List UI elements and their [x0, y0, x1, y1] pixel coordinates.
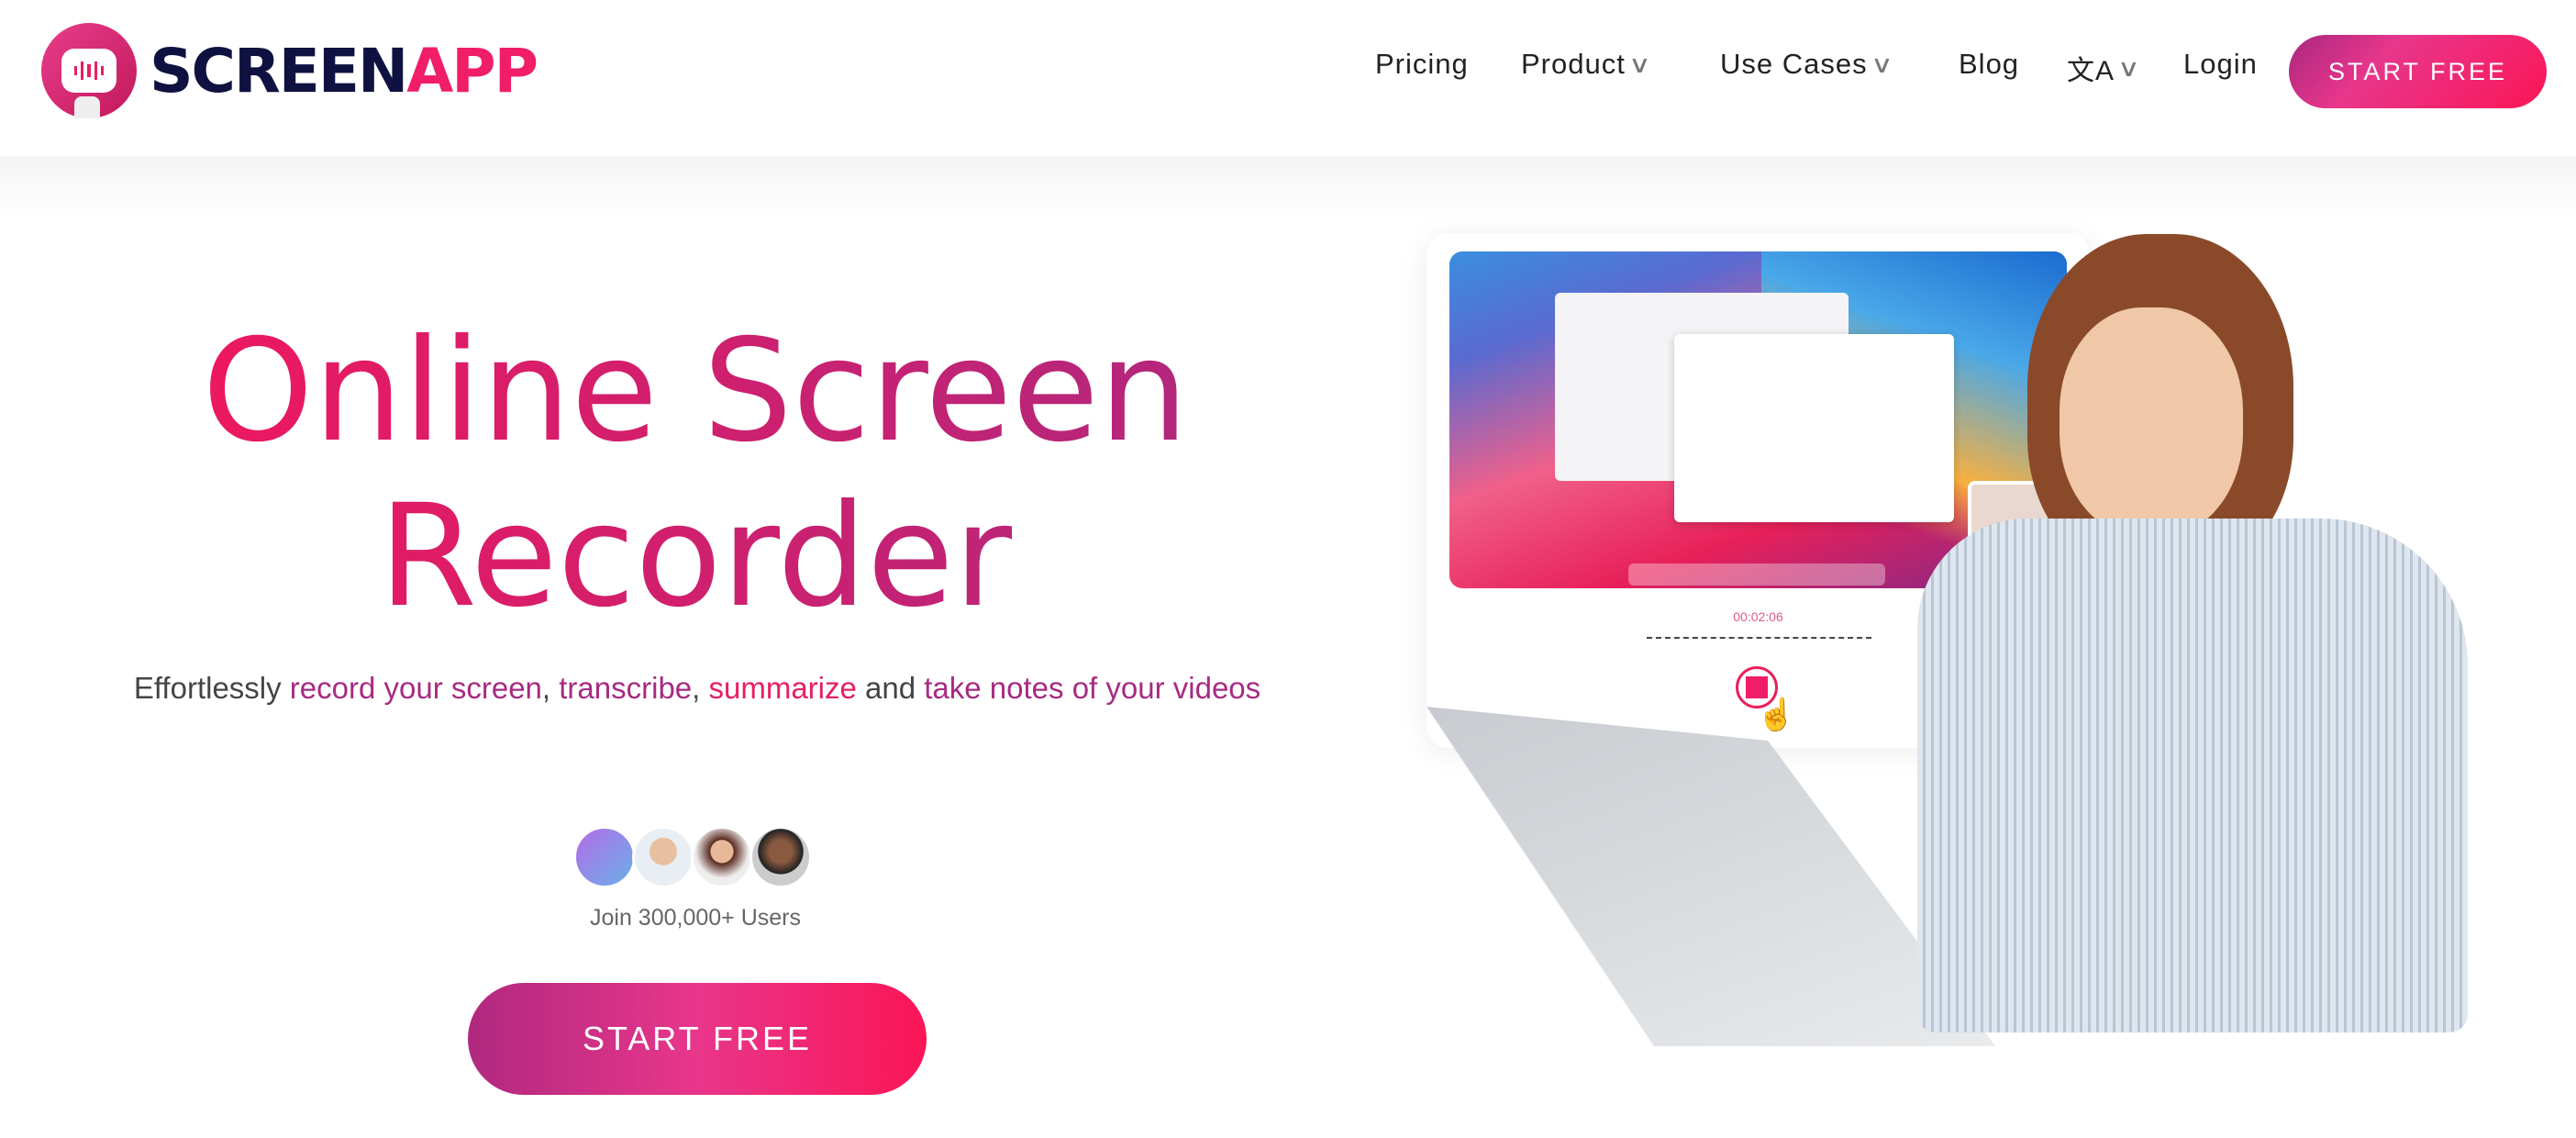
nav-product[interactable]: Product ∨	[1521, 48, 1652, 81]
join-users-text: Join 300,000+ Users	[589, 905, 801, 931]
hand-cursor-icon: ☝	[1757, 697, 1796, 732]
hero-title-line1: Online Screen	[0, 321, 1391, 463]
nav-use-cases[interactable]: Use Cases ∨	[1720, 48, 1894, 81]
subtitle-highlight: take notes of your videos	[924, 671, 1261, 705]
hero-start-free-button[interactable]: START FREE	[468, 983, 927, 1095]
subtitle-highlight: transcribe	[559, 671, 693, 705]
user-avatars	[573, 826, 812, 888]
logo[interactable]: SCREENAPP	[41, 23, 539, 118]
nav-blog[interactable]: Blog	[1959, 48, 2019, 81]
hero-subtitle: Effortlessly record your screen, transcr…	[110, 663, 1284, 714]
hero-title-line2: Recorder	[0, 486, 1391, 628]
avatar	[573, 826, 636, 888]
stop-icon	[1746, 676, 1768, 698]
subtitle-text: ,	[541, 671, 560, 705]
chevron-down-icon: ∨	[2117, 53, 2142, 82]
avatar	[749, 826, 812, 888]
audio-waveform	[1647, 637, 1871, 639]
chevron-down-icon: ∨	[1627, 50, 1652, 78]
nav-login[interactable]: Login	[2183, 48, 2258, 81]
translate-icon: 文A	[2067, 56, 2115, 86]
subtitle-text: ,	[692, 671, 709, 705]
woman-illustration	[1844, 234, 2550, 1032]
robot-logo-icon	[41, 23, 137, 118]
nav-blog-label: Blog	[1959, 48, 2020, 80]
avatar	[632, 826, 694, 888]
brand-part1: SCREEN	[150, 35, 408, 106]
header: SCREENAPP Pricing Product ∨ Use Cases ∨ Bl…	[0, 0, 2576, 156]
subtitle-highlight: record your screen	[289, 671, 542, 705]
language-selector[interactable]: 文A ∨	[2067, 48, 2142, 88]
chevron-down-icon: ∨	[1870, 50, 1894, 78]
avatar	[691, 826, 753, 888]
subtitle-text: Effortlessly	[133, 671, 290, 705]
nav-product-label: Product	[1521, 48, 1626, 80]
nav-pricing-label: Pricing	[1375, 48, 1469, 80]
brand-name: SCREENAPP	[150, 35, 539, 106]
subtitle-highlight: summarize	[708, 671, 857, 705]
subtitle-text: and	[856, 671, 925, 705]
brand-part2: APP	[406, 35, 539, 106]
nav-login-label: Login	[2183, 48, 2258, 80]
nav-pricing[interactable]: Pricing	[1375, 48, 1469, 81]
header-start-free-button[interactable]: START FREE	[2289, 35, 2547, 108]
nav-use-cases-label: Use Cases	[1720, 48, 1868, 80]
